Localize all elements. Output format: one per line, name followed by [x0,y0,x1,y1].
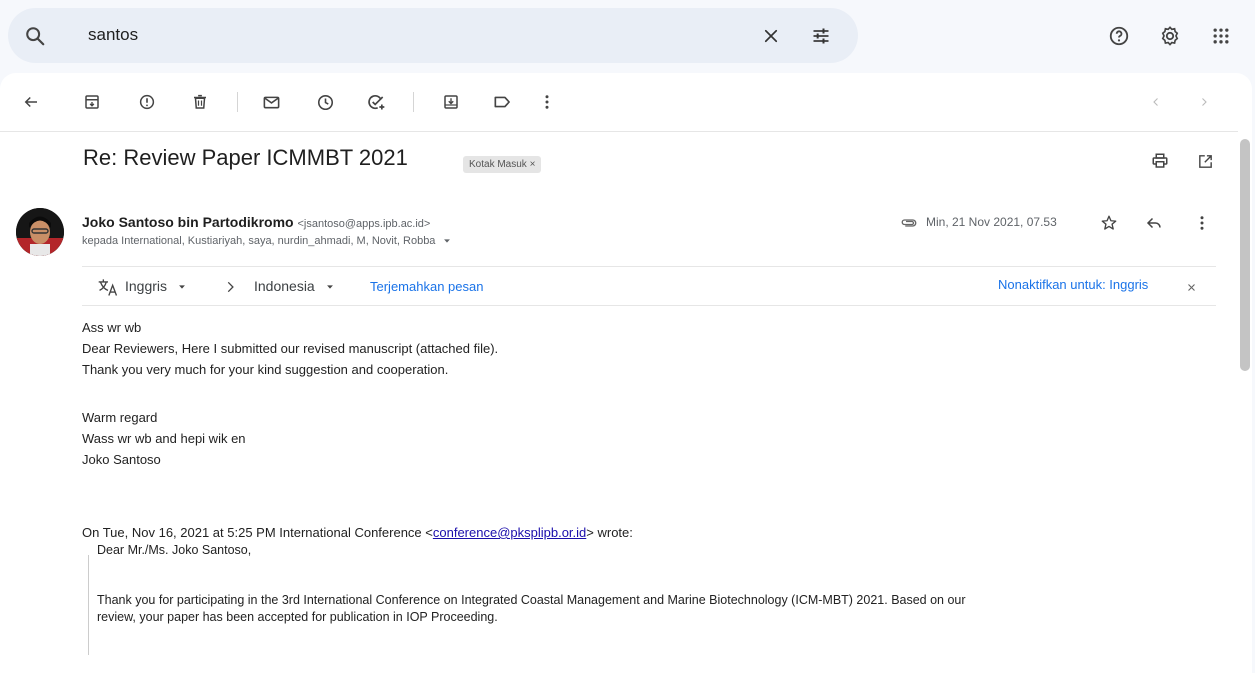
target-language-select[interactable]: Indonesia [254,278,335,294]
source-language-select[interactable]: Inggris [125,278,187,294]
move-to-icon[interactable] [439,90,463,114]
search-icon[interactable] [22,23,48,49]
translate-icon [96,276,120,298]
reply-icon[interactable] [1142,211,1166,235]
next-icon[interactable] [1192,90,1216,114]
mark-unread-icon[interactable] [259,90,283,114]
quote-line-1: Dear Mr./Ms. Joko Santoso, [97,543,252,557]
body-line-4: Warm regard [82,410,158,425]
avatar[interactable] [16,208,64,256]
message-datetime: Min, 21 Nov 2021, 07.53 [926,215,1057,229]
help-icon[interactable] [1106,23,1132,49]
star-icon[interactable] [1097,211,1121,235]
search-input[interactable]: santos [88,25,138,45]
prev-icon[interactable] [1144,90,1168,114]
snooze-icon[interactable] [313,90,337,114]
clear-icon[interactable] [758,23,784,49]
quote-bar [88,555,89,655]
more-icon[interactable] [535,90,559,114]
target-language: Indonesia [254,278,315,294]
translate-bar-bottom-divider [82,305,1216,306]
source-caret-icon [177,282,187,292]
search-bar[interactable]: santos [8,8,858,63]
body-line-3: Thank you very much for your kind sugges… [82,362,449,377]
source-language: Inggris [125,278,168,294]
label-icon[interactable] [490,90,514,114]
recipients-text: kepada International, Kustiariyah, saya,… [82,235,436,247]
settings-icon[interactable] [1157,23,1183,49]
apps-icon[interactable] [1208,23,1234,49]
quote-header-suffix: > wrote: [586,525,633,540]
back-icon[interactable] [19,90,43,114]
translate-bar-top-divider [82,266,1216,267]
quote-header-prefix: On Tue, Nov 16, 2021 at 5:25 PM Internat… [82,525,433,540]
body-line-1: Ass wr wb [82,320,142,335]
message-subject: Re: Review Paper ICMMBT 2021 [83,145,408,170]
disable-translation-link[interactable]: Nonaktifkan untuk: Inggris [998,277,1148,292]
print-icon[interactable] [1148,149,1172,173]
body-line-2: Dear Reviewers, Here I submitted our rev… [82,341,499,356]
body-line-5: Wass wr wb and hepi wik en [82,431,246,446]
message-more-icon[interactable] [1190,211,1214,235]
archive-icon[interactable] [80,90,104,114]
quote-header: On Tue, Nov 16, 2021 at 5:25 PM Internat… [82,525,633,540]
inbox-label-chip[interactable]: Kotak Masuk × [463,156,542,173]
sender-name[interactable]: Joko Santoso bin Partodikromo [82,214,294,230]
report-spam-icon[interactable] [135,90,159,114]
open-new-window-icon[interactable] [1193,149,1217,173]
target-caret-icon [325,282,335,292]
sender-email: <jsantoso@apps.ipb.ac.id> [297,218,431,230]
scrollbar[interactable] [1240,139,1250,371]
arrow-right-icon [220,276,240,298]
recipients-line[interactable]: kepada International, Kustiariyah, saya,… [82,235,452,247]
translate-message-link[interactable]: Terjemahkan pesan [370,279,483,294]
toolbar-divider [0,131,1238,132]
search-options-icon[interactable] [808,23,834,49]
sender-line: Joko Santoso bin Partodikromo <jsantoso@… [82,214,430,230]
quote-line-2: Thank you for participating in the 3rd I… [97,593,966,607]
body-line-6: Joko Santoso [82,452,161,467]
delete-icon[interactable] [188,90,212,114]
caret-down-icon[interactable] [442,236,452,246]
quote-email-link[interactable]: conference@pksplipb.or.id [433,525,586,540]
message-pane: Re: Review Paper ICMMBT 2021 Kotak Masuk… [0,73,1252,673]
close-translate-icon[interactable] [1184,280,1198,294]
add-to-tasks-icon[interactable] [364,90,388,114]
attachment-icon [898,214,920,232]
quote-line-3: review, your paper has been accepted for… [97,610,498,624]
